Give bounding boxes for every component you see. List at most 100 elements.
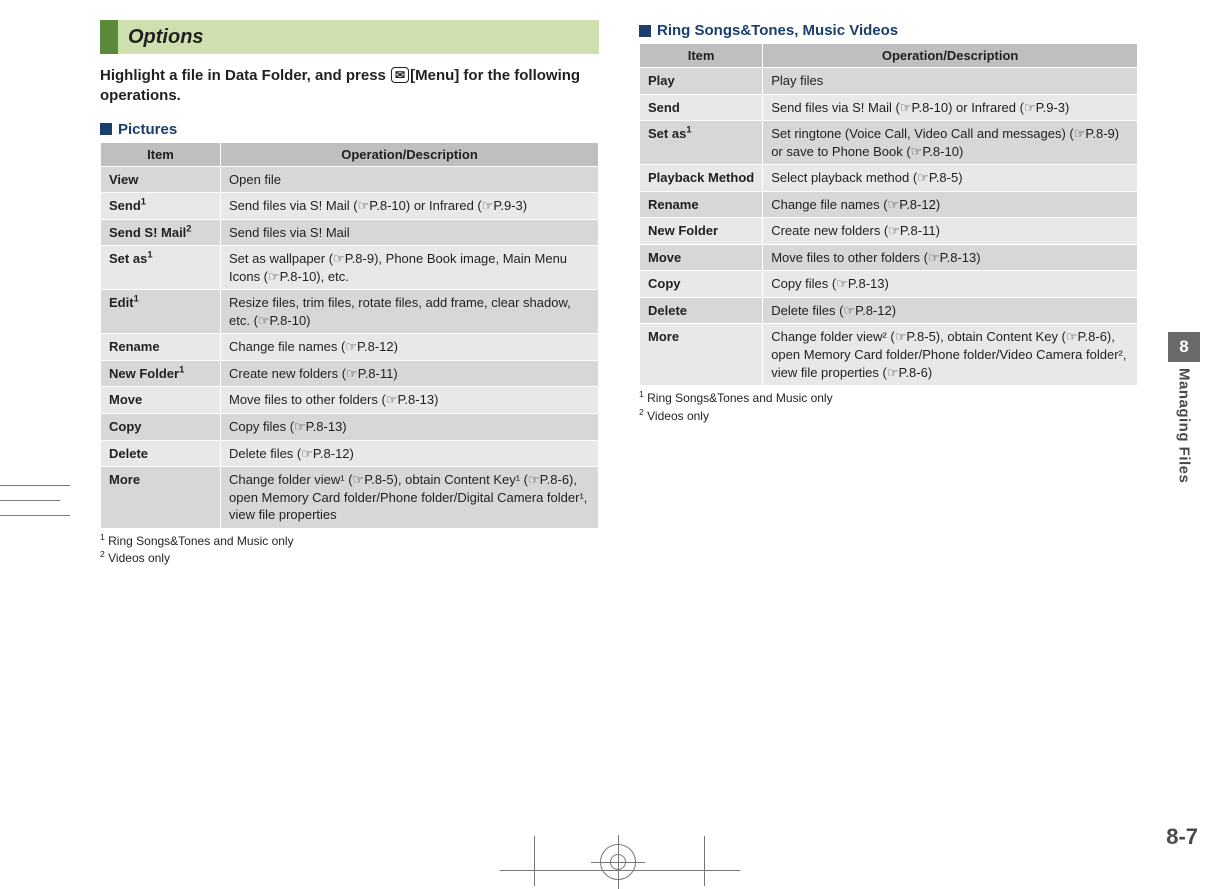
desc-cell: Select playback method (☞P.8-5)	[763, 165, 1138, 192]
table-row: Send S! Mail2Send files via S! Mail	[101, 219, 599, 246]
desc-cell: Delete files (☞P.8-12)	[763, 297, 1138, 324]
desc-cell: Change file names (☞P.8-12)	[763, 191, 1138, 218]
col-head-desc: Operation/Description	[221, 142, 599, 166]
desc-cell: Open file	[221, 166, 599, 193]
table-row: Set as1Set ringtone (Voice Call, Video C…	[640, 121, 1138, 165]
pictures-table: Item Operation/Description ViewOpen file…	[100, 142, 599, 529]
item-cell: Send1	[101, 193, 221, 220]
registration-target-icon	[600, 844, 636, 880]
square-bullet-icon	[639, 25, 651, 37]
item-cell: Rename	[640, 191, 763, 218]
table-row: MoveMove files to other folders (☞P.8-13…	[101, 387, 599, 414]
chapter-name: Managing Files	[1176, 368, 1193, 483]
table-row: MoreChange folder view¹ (☞P.8-5), obtain…	[101, 467, 599, 529]
square-bullet-icon	[100, 123, 112, 135]
section-title: Options	[128, 26, 204, 49]
footnote-1: 1 Ring Songs&Tones and Music only	[639, 390, 1138, 407]
table-row: DeleteDelete files (☞P.8-12)	[640, 297, 1138, 324]
table-row: New Folder1Create new folders (☞P.8-11)	[101, 360, 599, 387]
item-cell: More	[101, 467, 221, 529]
crop-mark	[0, 485, 70, 486]
crop-mark	[0, 515, 70, 516]
desc-cell: Create new folders (☞P.8-11)	[221, 360, 599, 387]
table-row: Set as1Set as wallpaper (☞P.8-9), Phone …	[101, 246, 599, 290]
table-row: MoveMove files to other folders (☞P.8-13…	[640, 244, 1138, 271]
table-row: PlayPlay files	[640, 68, 1138, 95]
desc-cell: Set ringtone (Voice Call, Video Call and…	[763, 121, 1138, 165]
item-cell: New Folder1	[101, 360, 221, 387]
desc-cell: Send files via S! Mail (☞P.8-10) or Infr…	[221, 193, 599, 220]
footnotes-right: 1 Ring Songs&Tones and Music only 2 Vide…	[639, 390, 1138, 425]
chapter-number: 8	[1168, 332, 1200, 362]
item-cell: Send	[640, 94, 763, 121]
item-cell: Playback Method	[640, 165, 763, 192]
right-column: Ring Songs&Tones, Music Videos Item Oper…	[639, 20, 1138, 866]
desc-cell: Send files via S! Mail	[221, 219, 599, 246]
table-row: Send1Send files via S! Mail (☞P.8-10) or…	[101, 193, 599, 220]
intro-part1: Highlight a file in Data Folder, and pre…	[100, 67, 390, 84]
item-cell: Edit1	[101, 290, 221, 334]
item-cell: Copy	[101, 413, 221, 440]
desc-cell: Move files to other folders (☞P.8-13)	[763, 244, 1138, 271]
desc-cell: Move files to other folders (☞P.8-13)	[221, 387, 599, 414]
desc-cell: Set as wallpaper (☞P.8-9), Phone Book im…	[221, 246, 599, 290]
mail-key-icon: ✉	[391, 67, 409, 83]
item-cell: Set as1	[640, 121, 763, 165]
footnote-2: 2 Videos only	[100, 550, 599, 567]
item-cell: Rename	[101, 334, 221, 361]
table-row: New FolderCreate new folders (☞P.8-11)	[640, 218, 1138, 245]
footnote-1: 1 Ring Songs&Tones and Music only	[100, 533, 599, 550]
item-cell: More	[640, 324, 763, 386]
footnotes-left: 1 Ring Songs&Tones and Music only 2 Vide…	[100, 533, 599, 568]
item-cell: Delete	[101, 440, 221, 467]
col-head-item: Item	[101, 142, 221, 166]
crop-mark	[534, 836, 535, 886]
item-cell: New Folder	[640, 218, 763, 245]
item-cell: View	[101, 166, 221, 193]
item-cell: Copy	[640, 271, 763, 298]
ringsongs-table: Item Operation/Description PlayPlay file…	[639, 43, 1138, 386]
desc-cell: Delete files (☞P.8-12)	[221, 440, 599, 467]
desc-cell: Change folder view¹ (☞P.8-5), obtain Con…	[221, 467, 599, 529]
item-cell: Delete	[640, 297, 763, 324]
desc-cell: Change file names (☞P.8-12)	[221, 334, 599, 361]
desc-cell: Play files	[763, 68, 1138, 95]
desc-cell: Create new folders (☞P.8-11)	[763, 218, 1138, 245]
table-row: Playback MethodSelect playback method (☞…	[640, 165, 1138, 192]
table-row: MoreChange folder view² (☞P.8-5), obtain…	[640, 324, 1138, 386]
side-chapter-tab: 8 Managing Files	[1164, 332, 1204, 483]
item-cell: Set as1	[101, 246, 221, 290]
subheading-pictures: Pictures	[100, 121, 599, 138]
crop-mark	[0, 500, 60, 501]
footnote-2: 2 Videos only	[639, 408, 1138, 425]
table-row: SendSend files via S! Mail (☞P.8-10) or …	[640, 94, 1138, 121]
table-row: DeleteDelete files (☞P.8-12)	[101, 440, 599, 467]
desc-cell: Change folder view² (☞P.8-5), obtain Con…	[763, 324, 1138, 386]
desc-cell: Resize files, trim files, rotate files, …	[221, 290, 599, 334]
subheading-label: Ring Songs&Tones, Music Videos	[657, 22, 898, 39]
item-cell: Send S! Mail2	[101, 219, 221, 246]
item-cell: Play	[640, 68, 763, 95]
desc-cell: Copy files (☞P.8-13)	[221, 413, 599, 440]
section-accent	[100, 20, 118, 54]
section-header: Options	[100, 20, 599, 54]
desc-cell: Send files via S! Mail (☞P.8-10) or Infr…	[763, 94, 1138, 121]
table-row: Edit1Resize files, trim files, rotate fi…	[101, 290, 599, 334]
table-row: ViewOpen file	[101, 166, 599, 193]
col-head-desc: Operation/Description	[763, 44, 1138, 68]
crop-mark	[704, 836, 705, 886]
item-cell: Move	[101, 387, 221, 414]
left-column: Options Highlight a file in Data Folder,…	[100, 20, 599, 866]
subheading-label: Pictures	[118, 121, 177, 138]
table-row: CopyCopy files (☞P.8-13)	[101, 413, 599, 440]
table-row: RenameChange file names (☞P.8-12)	[640, 191, 1138, 218]
subheading-ringsongs: Ring Songs&Tones, Music Videos	[639, 22, 1138, 39]
item-cell: Move	[640, 244, 763, 271]
section-bar-body: Options	[118, 20, 599, 54]
table-row: CopyCopy files (☞P.8-13)	[640, 271, 1138, 298]
intro-text: Highlight a file in Data Folder, and pre…	[100, 66, 599, 107]
col-head-item: Item	[640, 44, 763, 68]
desc-cell: Copy files (☞P.8-13)	[763, 271, 1138, 298]
table-row: RenameChange file names (☞P.8-12)	[101, 334, 599, 361]
page-number: 8-7	[1166, 824, 1198, 850]
